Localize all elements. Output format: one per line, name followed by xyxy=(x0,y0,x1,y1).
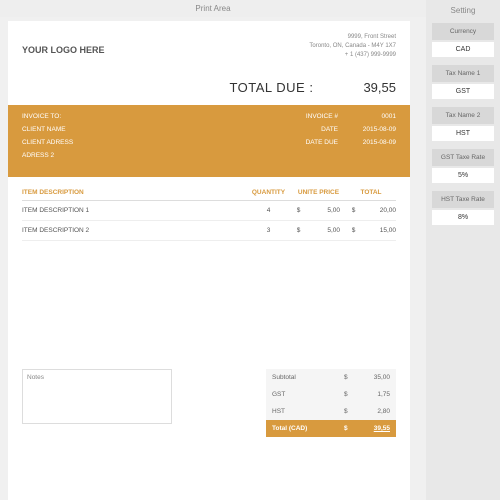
subtotal-label: Subtotal xyxy=(272,374,344,381)
item-desc: ITEM DESCRIPTION 2 xyxy=(22,227,246,234)
col-price: UNITE PRICE xyxy=(291,189,346,196)
total-label: Total (CAD) xyxy=(272,425,344,432)
invoice-document: YOUR LOGO HERE 9999, Front Street Toront… xyxy=(8,21,410,500)
address-2: ADRESS 2 xyxy=(22,152,54,159)
currency-symbol: $ xyxy=(346,227,361,234)
currency-symbol: $ xyxy=(346,207,361,214)
col-total: TOTAL xyxy=(346,189,396,196)
gst-rate-label: GST Taxe Rate xyxy=(432,149,494,166)
invoice-to-label: INVOICE TO: xyxy=(22,113,61,120)
settings-sidebar: Setting Currency CAD Tax Name 1 GST Tax … xyxy=(426,0,500,500)
item-price: 5,00 xyxy=(306,207,346,214)
tab-setting[interactable]: Setting xyxy=(432,4,494,23)
currency-symbol: $ xyxy=(344,374,358,381)
currency-symbol: $ xyxy=(344,391,358,398)
date-value: 2015-08-09 xyxy=(356,126,396,133)
table-row: ITEM DESCRIPTION 1 4 $5,00 $20,00 xyxy=(22,201,396,221)
currency-symbol: $ xyxy=(291,227,306,234)
gst-value: 1,75 xyxy=(358,391,390,398)
total-due-value: 39,55 xyxy=(363,80,396,95)
currency-input[interactable]: CAD xyxy=(432,42,494,57)
date-label: DATE xyxy=(298,126,338,133)
item-desc: ITEM DESCRIPTION 1 xyxy=(22,207,246,214)
currency-label: Currency xyxy=(432,23,494,40)
logo-placeholder: YOUR LOGO HERE xyxy=(22,33,105,60)
address-line2: Toronto, ON, Canada - M4Y 1X7 xyxy=(309,42,396,51)
hst-label: HST xyxy=(272,408,344,415)
hst-rate-input[interactable]: 8% xyxy=(432,210,494,225)
client-address: CLIENT ADRESS xyxy=(22,139,73,146)
invoice-meta-block: INVOICE TO: INVOICE # 0001 CLIENT NAME DA… xyxy=(8,105,410,177)
date-due-value: 2015-08-09 xyxy=(356,139,396,146)
table-row: ITEM DESCRIPTION 2 3 $5,00 $15,00 xyxy=(22,221,396,241)
invoice-num-value: 0001 xyxy=(356,113,396,120)
item-qty: 4 xyxy=(246,207,291,214)
currency-symbol: $ xyxy=(291,207,306,214)
date-due-label: DATE DUE xyxy=(298,139,338,146)
tab-print-area[interactable]: Print Area xyxy=(0,0,426,17)
tax1-input[interactable]: GST xyxy=(432,84,494,99)
item-total: 15,00 xyxy=(361,227,396,234)
invoice-num-label: INVOICE # xyxy=(298,113,338,120)
client-name: CLIENT NAME xyxy=(22,126,66,133)
item-qty: 3 xyxy=(246,227,291,234)
currency-symbol: $ xyxy=(344,425,358,432)
company-address: 9999, Front Street Toronto, ON, Canada -… xyxy=(309,33,396,60)
tax2-input[interactable]: HST xyxy=(432,126,494,141)
item-total: 20,00 xyxy=(361,207,396,214)
tax1-label: Tax Name 1 xyxy=(432,65,494,82)
notes-box[interactable]: Notes xyxy=(22,369,172,424)
currency-symbol: $ xyxy=(344,408,358,415)
col-quantity: QUANTITY xyxy=(246,189,291,196)
hst-rate-label: HST Taxe Rate xyxy=(432,191,494,208)
tax2-label: Tax Name 2 xyxy=(432,107,494,124)
gst-rate-input[interactable]: 5% xyxy=(432,168,494,183)
col-description: ITEM DESCRIPTION xyxy=(22,189,246,196)
address-phone: + 1 (437) 999-9999 xyxy=(309,51,396,60)
item-price: 5,00 xyxy=(306,227,346,234)
hst-value: 2,80 xyxy=(358,408,390,415)
gst-label: GST xyxy=(272,391,344,398)
address-line1: 9999, Front Street xyxy=(309,33,396,42)
total-due-label: TOTAL DUE : xyxy=(229,80,313,95)
summary-table: Subtotal$35,00 GST$1,75 HST$2,80 Total (… xyxy=(266,369,396,437)
subtotal-value: 35,00 xyxy=(358,374,390,381)
total-value: 39,55 xyxy=(358,425,390,432)
